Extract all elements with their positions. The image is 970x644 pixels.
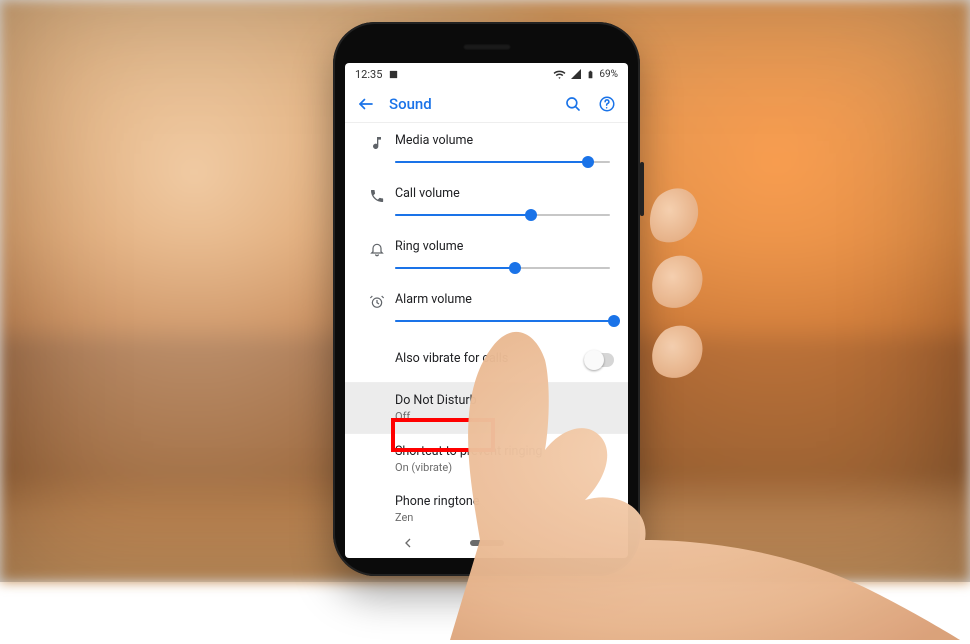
search-button[interactable] <box>562 93 584 115</box>
row-call-volume: Call volume <box>345 176 628 229</box>
row-media-volume: Media volume <box>345 123 628 176</box>
row-phone-ringtone[interactable]: Phone ringtone Zen <box>345 484 628 528</box>
nav-back-icon[interactable] <box>400 535 416 551</box>
vibrate-label: Also vibrate for calls <box>395 351 584 366</box>
phone-speaker <box>463 44 511 50</box>
shortcut-label: Shortcut to prevent ringing <box>395 444 614 459</box>
search-icon <box>564 95 582 113</box>
vibrate-toggle[interactable] <box>584 353 614 367</box>
row-ring-volume: Ring volume <box>345 229 628 282</box>
row-alarm-volume: Alarm volume <box>345 282 628 335</box>
battery-icon <box>586 68 595 81</box>
alarm-volume-label: Alarm volume <box>395 292 614 307</box>
row-shortcut-prevent-ringing[interactable]: Shortcut to prevent ringing On (vibrate) <box>345 434 628 484</box>
help-icon <box>598 95 616 113</box>
alarm-clock-icon <box>369 294 385 310</box>
media-volume-label: Media volume <box>395 133 614 148</box>
status-bar: 12:35 69% <box>345 63 628 85</box>
dnd-label: Do Not Disturb <box>395 393 614 408</box>
app-bar: Sound <box>345 85 628 123</box>
phone-screen: 12:35 69% Sound <box>345 63 628 558</box>
alarm-volume-slider[interactable] <box>395 311 614 331</box>
cell-signal-icon <box>570 68 582 80</box>
shortcut-sub: On (vibrate) <box>395 461 614 474</box>
nav-home-pill[interactable] <box>470 540 504 546</box>
row-do-not-disturb[interactable]: Do Not Disturb Off <box>345 383 628 434</box>
arrow-left-icon <box>357 95 375 113</box>
call-volume-label: Call volume <box>395 186 614 201</box>
wifi-icon <box>553 68 566 81</box>
settings-list: Media volume Call volume <box>345 123 628 528</box>
ringtone-sub: Zen <box>395 511 614 524</box>
row-vibrate-for-calls[interactable]: Also vibrate for calls <box>345 335 628 383</box>
call-volume-slider[interactable] <box>395 205 614 225</box>
status-time: 12:35 <box>355 68 382 81</box>
phone-frame: 12:35 69% Sound <box>333 22 640 576</box>
status-battery-pct: 69% <box>599 69 618 80</box>
music-note-icon <box>369 135 385 151</box>
ringtone-label: Phone ringtone <box>395 494 614 509</box>
system-nav-bar <box>345 528 628 558</box>
bell-icon <box>369 241 385 257</box>
phone-icon <box>369 188 385 204</box>
ring-volume-label: Ring volume <box>395 239 614 254</box>
dnd-sub: Off <box>395 410 614 423</box>
stack-icon <box>388 69 399 80</box>
ring-volume-slider[interactable] <box>395 258 614 278</box>
page-title: Sound <box>389 95 550 113</box>
media-volume-slider[interactable] <box>395 152 614 172</box>
back-button[interactable] <box>355 93 377 115</box>
help-button[interactable] <box>596 93 618 115</box>
